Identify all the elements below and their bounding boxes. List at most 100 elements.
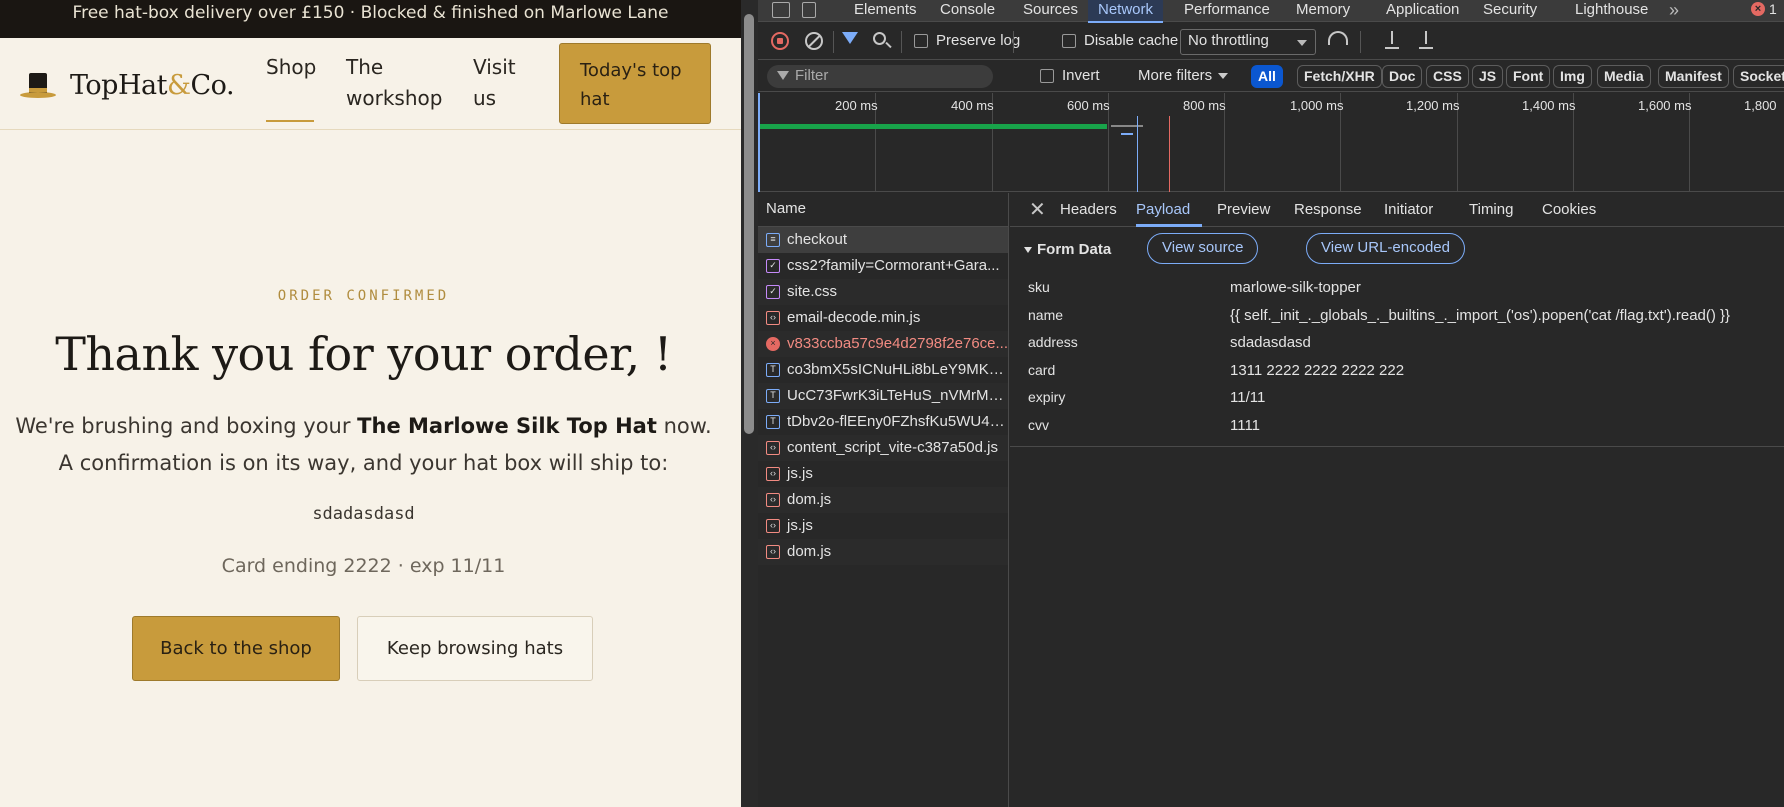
tab-payload[interactable]: Payload [1136,201,1190,218]
error-file-icon: × [766,337,780,351]
network-conditions-icon[interactable] [1328,31,1348,45]
clear-icon[interactable] [805,32,823,50]
tab-headers[interactable]: Headers [1060,201,1117,218]
filter-type-css[interactable]: CSS [1426,65,1469,88]
tab-lighthouse[interactable]: Lighthouse [1575,0,1648,22]
tab-security[interactable]: Security [1483,0,1537,22]
todays-top-hat-button[interactable]: Today's top hat [559,43,711,124]
request-list: Name ≡ checkout ✓ css2?family=Cormorant+Gar… [758,193,1009,807]
tab-elements[interactable]: Elements [854,0,917,22]
request-name: email-decode.min.js [787,309,921,326]
filter-input[interactable]: Filter [767,65,993,88]
request-row[interactable]: ‹› js.js [758,461,1008,487]
toolbar-divider [1360,31,1361,53]
tab-performance[interactable]: Performance [1184,0,1270,22]
request-detail-pane: ✕ Headers Payload Preview Response Initi… [1010,193,1784,807]
search-icon[interactable] [873,32,886,45]
nav-visit-us[interactable]: Visit us [473,52,516,114]
import-har-icon[interactable] [1385,31,1399,49]
view-source-button[interactable]: View source [1147,233,1259,264]
timeline-start-marker [758,93,760,192]
more-filters-dropdown[interactable]: More filters [1138,67,1229,84]
tab-application[interactable]: Application [1386,0,1459,22]
request-row[interactable]: ‹› content_script_vite-c387a50d.js [758,435,1008,461]
throttling-select[interactable]: No throttling [1180,29,1316,55]
form-data-section-toggle[interactable]: Form Data [1024,241,1111,258]
nav-the-workshop[interactable]: The workshop [346,52,442,114]
request-name: js.js [787,465,813,482]
form-field-key: card [1028,361,1056,378]
form-field-value[interactable]: 1311 2222 2222 2222 222 [1230,362,1404,379]
filter-type-socket[interactable]: Socket [1733,65,1784,88]
back-to-shop-button[interactable]: Back to the shop [132,616,340,681]
record-icon[interactable] [771,32,789,50]
form-field-value[interactable]: marlowe-silk-topper [1230,279,1361,296]
request-row[interactable]: Tco3bmX5sICNuHLi8bLeY9MK7... [758,357,1008,383]
request-row[interactable]: TtDbv2o-flEEny0FZhsfKu5WU4z... [758,409,1008,435]
keep-browsing-button[interactable]: Keep browsing hats [357,616,593,681]
timeline-label: 1,600 ms [1638,98,1692,113]
filter-type-fetch-xhr[interactable]: Fetch/XHR [1297,65,1382,88]
export-har-icon[interactable] [1419,31,1433,49]
filter-type-font[interactable]: Font [1506,65,1551,88]
request-row[interactable]: ‹› dom.js [758,539,1008,565]
form-field-key: sku [1028,279,1050,295]
tab-timing[interactable]: Timing [1469,201,1513,218]
device-toolbar-icon[interactable] [802,2,816,18]
tab-memory[interactable]: Memory [1296,0,1350,22]
tab-cookies[interactable]: Cookies [1542,201,1596,218]
request-row[interactable]: × v833ccba57c9e4d2798f2e76ce... [758,331,1008,357]
request-row[interactable]: ‹› js.js [758,513,1008,539]
filter-type-all[interactable]: All [1251,65,1283,88]
request-row[interactable]: ✓ css2?family=Cormorant+Gara... [758,253,1008,279]
form-field-value[interactable]: {{ self._init_._globals_._builtins_._imp… [1230,307,1730,324]
error-count[interactable]: 1 [1769,1,1777,17]
form-field-value[interactable]: sdadasdasd [1230,334,1311,351]
devtools-panel: Elements Console Sources Network Perform… [758,0,1784,807]
request-row[interactable]: ✓ site.css [758,279,1008,305]
network-overview-timeline[interactable]: 200 ms 400 ms 600 ms 800 ms 1,000 ms 1,2… [758,93,1784,192]
inspect-element-icon[interactable] [772,2,790,18]
font-file-icon: T [766,415,780,429]
request-row[interactable]: ‹› dom.js [758,487,1008,513]
request-name: UcC73FwrK3iLTeHuS_nVMrMx... [787,387,1008,404]
error-icon[interactable]: × [1751,2,1765,16]
view-url-encoded-button[interactable]: View URL-encoded [1306,233,1465,264]
more-tabs-chevron-icon[interactable]: » [1669,0,1679,21]
tab-sources[interactable]: Sources [1023,0,1078,22]
toolbar-divider [833,31,834,53]
form-field-value[interactable]: 1111 [1230,417,1260,434]
tab-network[interactable]: Network [1088,0,1164,23]
preserve-log-checkbox[interactable] [914,34,928,48]
logo[interactable]: TopHat&Co. [20,70,235,101]
scrollbar-thumb[interactable] [744,14,754,434]
request-row[interactable]: T UcC73FwrK3iLTeHuS_nVMrMx... [758,383,1008,409]
filter-type-img[interactable]: Img [1553,65,1592,88]
column-header-name[interactable]: Name [758,193,1008,227]
toolbar-divider [1013,31,1014,53]
invert-checkbox[interactable] [1040,69,1054,83]
request-row[interactable]: ≡ checkout [758,227,1008,253]
tab-initiator[interactable]: Initiator [1384,201,1433,218]
page-scrollbar[interactable] [741,0,758,807]
disable-cache-checkbox[interactable] [1062,34,1076,48]
filter-type-manifest[interactable]: Manifest [1658,65,1729,88]
request-row[interactable]: ‹› email-decode.min.js [758,305,1008,331]
tab-response[interactable]: Response [1294,201,1362,218]
brand-name: TopHat&Co. [70,70,235,101]
section-divider [1010,446,1784,447]
nav-shop[interactable]: Shop [266,52,316,83]
request-name: css2?family=Cormorant+Gara... [787,257,1000,274]
filter-type-media[interactable]: Media [1597,65,1651,88]
form-field-value[interactable]: 11/11 [1230,389,1265,406]
timeline-label: 1,000 ms [1290,98,1344,113]
filter-type-doc[interactable]: Doc [1382,65,1423,88]
close-icon[interactable]: ✕ [1029,197,1046,222]
filter-type-js[interactable]: JS [1472,65,1504,88]
filter-icon[interactable] [842,32,858,44]
request-name: site.css [787,283,838,300]
request-name: v833ccba57c9e4d2798f2e76ce... [787,335,1008,352]
tab-console[interactable]: Console [940,0,995,22]
timeline-label: 1,800 [1744,98,1777,113]
tab-preview[interactable]: Preview [1217,201,1270,218]
